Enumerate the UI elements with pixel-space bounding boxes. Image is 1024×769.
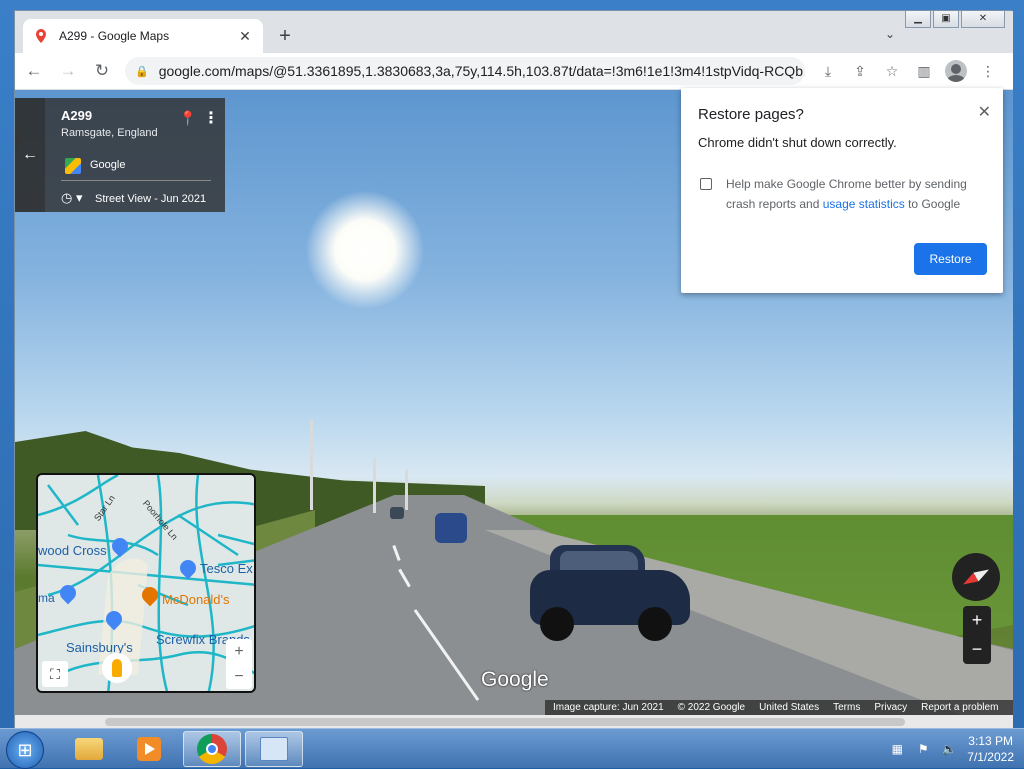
taskbar-control-panel[interactable] — [245, 731, 303, 767]
taskbar: ⊞ ▦ ⚑ 🔈 3:13 PM 7/1/2022 — [0, 728, 1024, 769]
taskbar-media-player[interactable] — [120, 731, 178, 767]
google-maps-pin-icon — [36, 29, 46, 43]
url-text: google.com/maps/@51.3361895,1.3830683,3a… — [158, 63, 805, 79]
street-view-date[interactable]: Street View - Jun 2021 — [95, 193, 206, 205]
privacy-link[interactable]: Privacy — [874, 702, 907, 713]
map-label-sainsburys: Sainsbury's — [66, 640, 133, 655]
back-button[interactable]: ← — [19, 56, 49, 86]
clock-date: 7/1/2022 — [967, 750, 1014, 764]
maximize-button[interactable]: ▣ — [933, 11, 959, 28]
location-info-card: ← A299 Ramsgate, England 📍 ⋮ Google ◷ ▾ … — [15, 98, 225, 212]
arrow-right-icon: → — [59, 61, 77, 80]
place-name: A299 — [61, 108, 93, 123]
zoom-out-button[interactable]: − — [963, 635, 991, 664]
media-player-icon — [137, 737, 161, 761]
taskbar-chrome[interactable] — [183, 731, 241, 767]
streetview-zoom: + − — [963, 606, 991, 664]
map-label-wood-cross: wood Cross — [38, 543, 107, 558]
divider — [61, 180, 211, 181]
taskbar-explorer[interactable] — [60, 731, 118, 767]
dialog-title: Restore pages? — [698, 106, 804, 123]
menu-kebab-icon[interactable]: ⋮ — [973, 56, 1003, 86]
minimap-zoom-in-button[interactable]: + — [226, 639, 252, 664]
map-label-ma: ma — [38, 591, 55, 605]
dark-blue-suv — [530, 545, 690, 645]
network-icon[interactable]: ▦ — [889, 742, 905, 756]
more-options-icon[interactable]: ⋮ — [203, 108, 219, 128]
clock-time: 3:13 PM — [968, 734, 1013, 748]
restore-button[interactable]: Restore — [914, 243, 987, 275]
horizontal-scrollbar[interactable] — [15, 715, 1013, 729]
terms-link[interactable]: Terms — [833, 702, 860, 713]
google-logo: Google — [481, 668, 549, 691]
scrollbar-thumb[interactable] — [105, 718, 905, 726]
dialog-close-icon[interactable]: ✕ — [978, 102, 991, 122]
chrome-window: A299 - Google Maps ✕ + ⌄ ▁ ▣ ✕ ← → ↻ 🔒 g… — [14, 10, 1013, 729]
minimap-zoom-out-button[interactable]: − — [226, 664, 252, 689]
fullscreen-icon[interactable]: ⛶ — [42, 661, 68, 687]
compass-icon[interactable] — [952, 553, 1000, 601]
tab-google-maps[interactable]: A299 - Google Maps ✕ — [23, 19, 263, 53]
system-tray: ▦ ⚑ 🔈 3:13 PM 7/1/2022 — [889, 733, 1014, 765]
usage-statistics-link[interactable]: usage statistics — [823, 197, 905, 211]
crash-report-checkbox[interactable] — [700, 178, 712, 190]
copyright: © 2022 Google — [677, 702, 746, 713]
arrow-left-icon: ← — [25, 61, 43, 80]
side-panel-icon[interactable]: ▥ — [909, 56, 939, 86]
control-panel-icon — [260, 737, 288, 761]
map-label-mcdonalds: McDonald's — [162, 592, 230, 607]
minimap-zoom: + − — [226, 639, 252, 689]
forward-button[interactable]: → — [53, 56, 83, 86]
google-maps-icon — [65, 158, 81, 174]
zoom-in-button[interactable]: + — [963, 606, 991, 635]
distant-car — [390, 507, 404, 519]
profile-button[interactable] — [941, 56, 971, 86]
tab-strip: A299 - Google Maps ✕ + ⌄ ▁ ▣ ✕ — [15, 11, 1013, 53]
bookmark-star-icon[interactable]: ☆ — [877, 56, 907, 86]
street-lamp — [405, 470, 408, 510]
browser-toolbar: ← → ↻ 🔒 google.com/maps/@51.3361895,1.38… — [15, 53, 1013, 90]
provider-label: Google — [90, 159, 126, 171]
street-lamp — [373, 458, 376, 513]
sun-glare — [305, 190, 425, 310]
restore-pages-dialog: Restore pages? ✕ Chrome didn't shut down… — [681, 88, 1003, 293]
minimize-button[interactable]: ▁ — [905, 11, 931, 28]
history-clock-icon[interactable]: ◷ ▾ — [61, 190, 82, 206]
region-link[interactable]: United States — [759, 702, 819, 713]
flag-icon[interactable]: ⚑ — [915, 742, 931, 756]
report-problem-link[interactable]: Report a problem — [921, 702, 998, 713]
location-pin-icon[interactable]: 📍 — [179, 110, 196, 127]
blue-car — [435, 513, 467, 543]
install-app-icon[interactable]: ⤓ — [813, 56, 843, 86]
lock-icon: 🔒 — [135, 65, 149, 78]
windows-logo-icon: ⊞ — [17, 739, 33, 760]
start-button[interactable]: ⊞ — [6, 731, 44, 769]
minimap[interactable]: Star Ln Poorhole Ln wood Cross Tesco Ex … — [36, 473, 256, 693]
reload-icon: ↻ — [94, 61, 110, 80]
dialog-message: Chrome didn't shut down correctly. — [698, 135, 897, 150]
folder-icon — [75, 738, 103, 760]
share-icon[interactable]: ⇪ — [845, 56, 875, 86]
tab-search-chevron-icon[interactable]: ⌄ — [885, 27, 895, 41]
tab-close-icon[interactable]: ✕ — [237, 28, 253, 45]
place-location: Ramsgate, England — [61, 127, 158, 139]
desktop: A299 - Google Maps ✕ + ⌄ ▁ ▣ ✕ ← → ↻ 🔒 g… — [0, 0, 1024, 769]
new-tab-button[interactable]: + — [273, 25, 297, 47]
chrome-icon — [197, 734, 227, 764]
map-footer: Image capture: Jun 2021 © 2022 Google Un… — [545, 700, 1013, 715]
street-lamp — [310, 420, 313, 510]
volume-icon[interactable]: 🔈 — [941, 742, 957, 756]
clock[interactable]: 3:13 PM 7/1/2022 — [967, 733, 1014, 765]
pegman-icon[interactable] — [102, 653, 132, 683]
back-arrow-icon[interactable]: ← — [15, 98, 45, 212]
reload-button[interactable]: ↻ — [87, 56, 117, 86]
image-capture-date: Image capture: Jun 2021 — [553, 702, 664, 713]
close-window-button[interactable]: ✕ — [961, 11, 1005, 28]
address-bar[interactable]: 🔒 google.com/maps/@51.3361895,1.3830683,… — [125, 57, 805, 85]
tab-title: A299 - Google Maps — [59, 29, 170, 43]
map-label-tesco: Tesco Ex — [200, 561, 253, 576]
avatar-icon — [945, 60, 967, 82]
checkbox-label: Help make Google Chrome better by sendin… — [726, 177, 967, 211]
